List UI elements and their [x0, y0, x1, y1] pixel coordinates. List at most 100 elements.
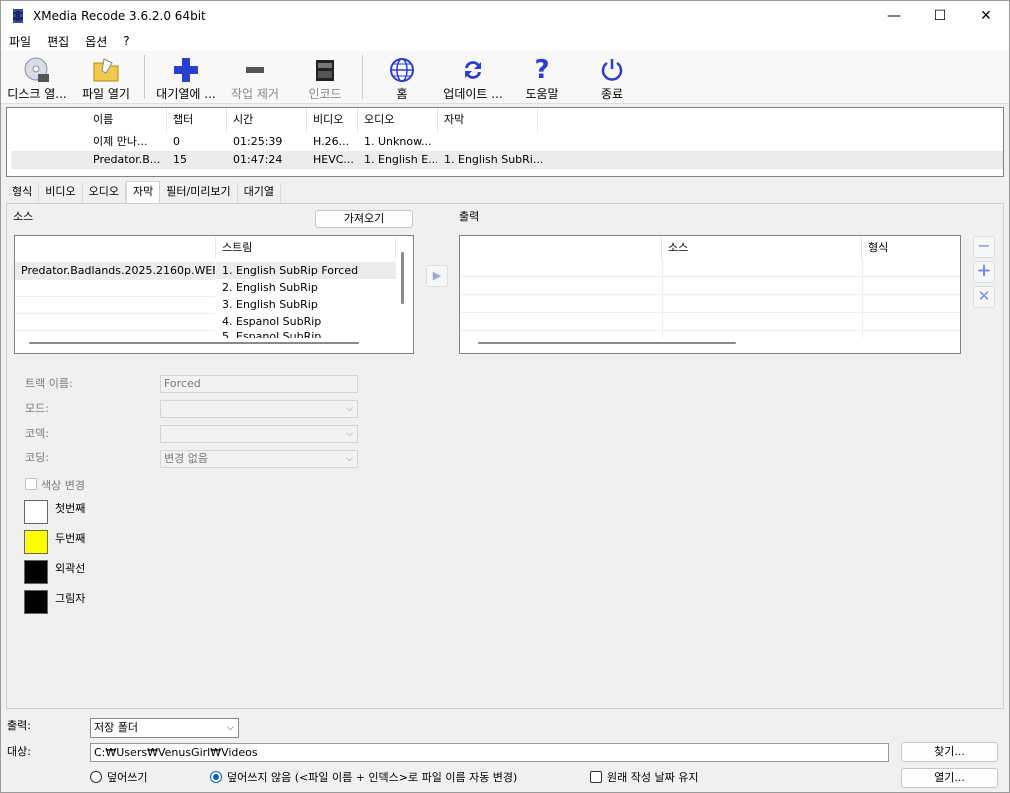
encode-button[interactable]: 인코드 [297, 51, 353, 104]
tab-filter-preview[interactable]: 필터/미리보기 [160, 183, 238, 203]
shadow-color-swatch[interactable] [24, 590, 48, 614]
open-button[interactable]: 열기... [901, 768, 998, 788]
stream-item[interactable]: 5. Espanol SubRip [216, 330, 396, 338]
output-header-blank[interactable] [460, 237, 662, 258]
stream-item[interactable]: 3. English SubRip [216, 296, 396, 313]
folder-icon [92, 55, 120, 85]
source-file-cell[interactable]: Predator.Badlands.2025.2160p.WEB... [15, 262, 215, 279]
toolbar: 디스크 열... 파일 열기 대기열에 ... 작업 제거 인코드 홈 업데이트… [1, 51, 1009, 104]
queue-cell: 1. English SubRi... [444, 153, 542, 166]
queue-row[interactable]: 이제 만나... 0 01:25:39 H.26... 1. Unknow... [7, 133, 1003, 151]
minus-icon: − [977, 236, 991, 255]
output-mode-value: 저장 폴더 [94, 721, 138, 734]
output-mode-label: 출력: [7, 719, 31, 732]
tab-format[interactable]: 형식 [6, 183, 40, 203]
queue-cell: 0 [173, 135, 180, 148]
power-icon [599, 55, 625, 85]
queue-header-time[interactable]: 시간 [227, 108, 307, 132]
queue-cell: 1. Unknow... [364, 135, 432, 148]
target-path-input[interactable]: C:₩Users₩VenusGirl₩Videos [90, 743, 889, 762]
tab-subtitle[interactable]: 자막 [126, 181, 161, 203]
clear-streams-button[interactable]: ✕ [973, 286, 995, 308]
update-button[interactable]: 업데이트 ... [437, 51, 509, 104]
import-button[interactable]: 가져오기 [315, 210, 413, 228]
track-name-input[interactable]: Forced [160, 375, 358, 393]
queue-cell: 1. English E... [364, 153, 437, 166]
first-color-swatch[interactable] [24, 500, 48, 524]
menu-help[interactable]: ? [115, 34, 137, 48]
exit-button[interactable]: 종료 [591, 51, 633, 104]
subtitle-panel: 소스 가져오기 출력 스트림 Predator.Badlands.2025.21… [6, 203, 1004, 709]
queue-cell [438, 133, 537, 151]
second-color-swatch[interactable] [24, 530, 48, 554]
coding-value: 변경 없음 [164, 452, 208, 465]
source-stream-list[interactable]: 스트림 Predator.Badlands.2025.2160p.WEB... … [14, 235, 414, 354]
globe-icon [389, 55, 415, 85]
film-strip-icon [313, 55, 337, 85]
queue-header-video[interactable]: 비디오 [307, 108, 358, 132]
mode-select[interactable]: ⌵ [160, 400, 358, 418]
no-overwrite-radio[interactable] [210, 771, 222, 783]
menu-options[interactable]: 옵션 [77, 33, 115, 50]
chevron-down-icon: ⌵ [346, 454, 353, 464]
keep-date-checkbox[interactable] [590, 771, 602, 783]
queue-header-audio[interactable]: 오디오 [358, 108, 438, 132]
output-header-format[interactable]: 형식 [862, 237, 960, 258]
horizontal-scrollbar[interactable] [29, 342, 359, 344]
open-disc-button[interactable]: 디스크 열... [3, 51, 71, 104]
queue-row[interactable]: Predator.B... 15 01:47:24 HEVC... 1. Eng… [11, 151, 1003, 169]
add-to-queue-button[interactable]: 대기열에 ... [151, 51, 221, 104]
overwrite-radio[interactable] [90, 771, 102, 783]
queue-cell: HEVC... [313, 153, 354, 166]
add-stream-button[interactable]: + [973, 261, 995, 283]
tab-audio[interactable]: 오디오 [83, 183, 126, 203]
queue-header-chapter[interactable]: 챕터 [167, 108, 227, 132]
codec-select[interactable]: ⌵ [160, 425, 358, 443]
menu-edit[interactable]: 편집 [39, 33, 77, 50]
queue-header-subtitle[interactable]: 자막 [438, 108, 538, 132]
toolbar-separator [144, 55, 145, 99]
output-header-source[interactable]: 소스 [662, 237, 862, 258]
outline-color-swatch[interactable] [24, 560, 48, 584]
output-stream-list[interactable]: 소스 형식 [459, 235, 961, 354]
col-divider [662, 258, 663, 338]
queue-header-name[interactable]: 이름 [87, 108, 167, 132]
tab-video[interactable]: 비디오 [39, 183, 83, 203]
source-header-stream[interactable]: 스트림 [216, 237, 396, 258]
maximize-button[interactable]: ☐ [917, 1, 963, 31]
row-divider [460, 276, 960, 277]
queue-cell: Predator.B... [93, 153, 161, 166]
output-mode-select[interactable]: 저장 폴더 ⌵ [90, 718, 239, 738]
browse-button[interactable]: 찾기... [901, 742, 998, 762]
row-divider [15, 313, 215, 314]
minus-icon [242, 55, 268, 85]
minimize-button[interactable]: — [871, 1, 917, 31]
question-icon: ? [534, 55, 550, 85]
no-overwrite-label: 덮어쓰지 않음 (<파일 이름 + 인덱스>로 파일 이름 자동 변경) [227, 771, 518, 784]
coding-select[interactable]: 변경 없음 ⌵ [160, 450, 358, 468]
stream-item[interactable]: 2. English SubRip [216, 279, 396, 296]
menu-file[interactable]: 파일 [1, 33, 39, 50]
move-right-button[interactable]: ▶ [426, 265, 448, 287]
stream-item[interactable]: 4. Espanol SubRip [216, 313, 396, 330]
source-header-file[interactable] [15, 237, 216, 258]
open-file-button[interactable]: 파일 열기 [73, 51, 139, 104]
row-divider [15, 296, 215, 297]
queue-list[interactable]: 이름 챕터 시간 비디오 오디오 자막 이제 만나... 0 01:25:39 … [6, 107, 1004, 177]
help-button[interactable]: ? 도움말 [517, 51, 567, 104]
remove-job-button[interactable]: 작업 제거 [223, 51, 287, 104]
queue-cell: 15 [173, 153, 187, 166]
row-divider [460, 312, 960, 313]
tab-queue[interactable]: 대기열 [238, 183, 282, 203]
vertical-scrollbar[interactable] [401, 252, 404, 304]
film-icon [13, 9, 23, 23]
home-button[interactable]: 홈 [381, 51, 423, 104]
color-change-checkbox[interactable] [25, 478, 37, 490]
remove-stream-button[interactable]: − [973, 236, 995, 258]
row-divider [460, 330, 960, 331]
first-color-label: 첫번째 [55, 502, 86, 515]
horizontal-scrollbar[interactable] [478, 342, 736, 344]
close-button[interactable]: ✕ [963, 1, 1009, 31]
stream-item[interactable]: 1. English SubRip Forced [216, 262, 396, 279]
row-divider [15, 279, 215, 280]
